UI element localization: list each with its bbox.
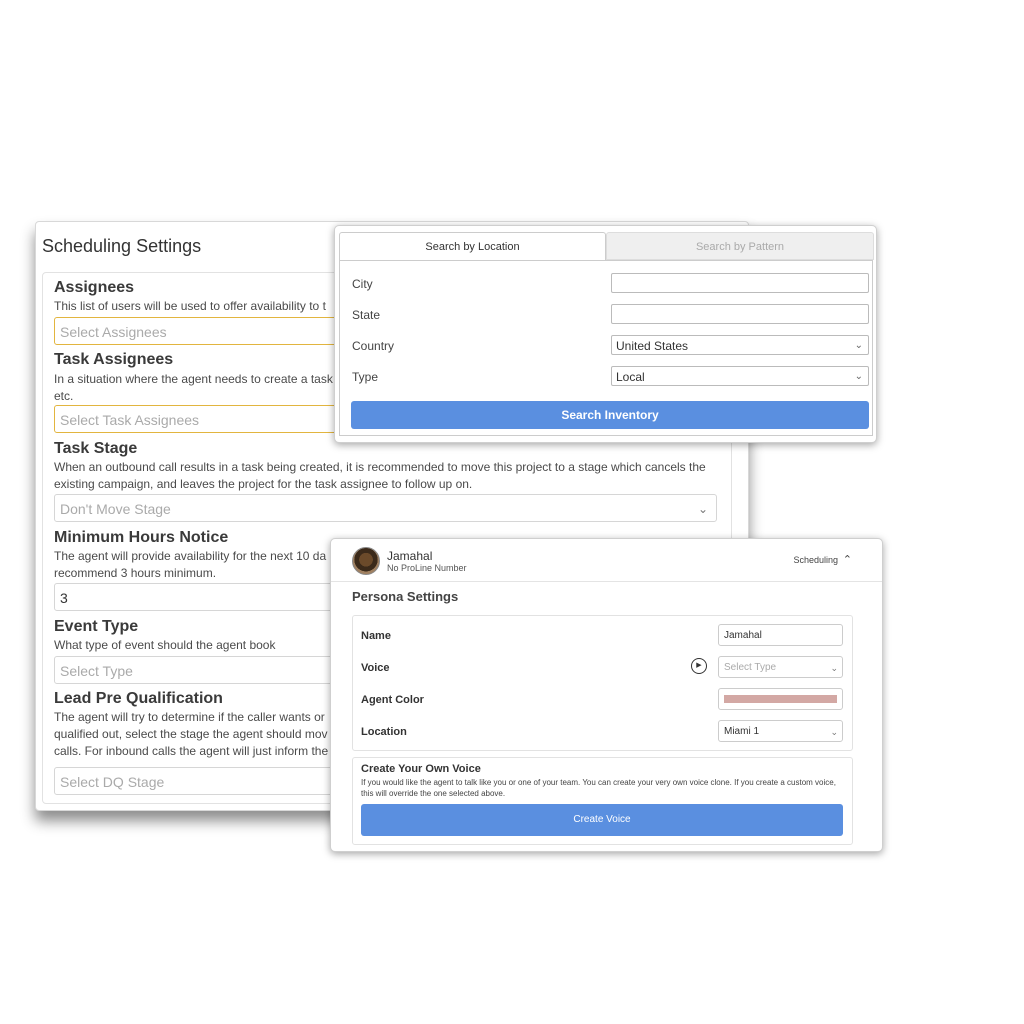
play-icon[interactable]: ▶ bbox=[691, 658, 707, 674]
voice-select[interactable]: Select Type ⌄ bbox=[718, 656, 843, 678]
section-label: Scheduling bbox=[793, 555, 838, 565]
task-stage-description: When an outbound call results in a task … bbox=[54, 460, 706, 491]
voice-placeholder: Select Type bbox=[724, 662, 777, 673]
city-input[interactable] bbox=[611, 273, 869, 293]
country-value: United States bbox=[616, 339, 689, 353]
chevron-down-icon: ⌄ bbox=[697, 502, 708, 516]
assignees-heading: Assignees bbox=[54, 279, 135, 296]
tab-search-by-location[interactable]: Search by Location bbox=[339, 232, 606, 260]
persona-form: Name Jamahal Voice ▶ Select Type ⌄ Agent… bbox=[352, 615, 853, 751]
chevron-down-icon: ⌄ bbox=[830, 727, 838, 737]
chevron-up-icon[interactable]: ⌃ bbox=[843, 553, 852, 566]
search-inventory-panel: Search by Location Search by Pattern Cit… bbox=[334, 225, 877, 443]
location-select[interactable]: Miami 1 ⌄ bbox=[718, 720, 843, 742]
state-input[interactable] bbox=[611, 304, 869, 324]
search-form: City State Country United States ⌄ Type … bbox=[339, 260, 873, 436]
task-stage-heading: Task Stage bbox=[54, 440, 138, 457]
name-input[interactable]: Jamahal bbox=[718, 624, 843, 646]
min-hours-heading: Minimum Hours Notice bbox=[54, 529, 229, 546]
agent-phone-status: No ProLine Number bbox=[387, 563, 467, 573]
color-swatch bbox=[724, 695, 837, 703]
tab-search-by-pattern[interactable]: Search by Pattern bbox=[606, 232, 874, 260]
task-stage-select[interactable]: Don't Move Stage ⌄ bbox=[54, 494, 717, 522]
agent-header[interactable]: Jamahal No ProLine Number Scheduling ⌃ bbox=[331, 539, 882, 582]
city-label: City bbox=[352, 277, 373, 291]
location-value: Miami 1 bbox=[724, 726, 760, 737]
type-label: Type bbox=[352, 370, 379, 384]
chevron-down-icon: ⌄ bbox=[854, 340, 863, 351]
task-assignees-heading: Task Assignees bbox=[54, 351, 174, 368]
agent-color-picker[interactable] bbox=[718, 688, 843, 710]
avatar bbox=[352, 547, 380, 575]
type-value: Local bbox=[616, 370, 645, 384]
chevron-down-icon: ⌄ bbox=[854, 371, 863, 382]
create-voice-title: Create Your Own Voice bbox=[361, 763, 481, 775]
create-voice-button[interactable]: Create Voice bbox=[361, 804, 843, 836]
create-voice-section: Create Your Own Voice If you would like … bbox=[352, 757, 853, 845]
type-select[interactable]: Local ⌄ bbox=[611, 366, 869, 386]
page-title: Scheduling Settings bbox=[42, 236, 202, 256]
agent-color-label: Agent Color bbox=[361, 694, 424, 706]
country-select[interactable]: United States ⌄ bbox=[611, 335, 869, 355]
search-inventory-button[interactable]: Search Inventory bbox=[351, 401, 869, 429]
task-stage-value: Don't Move Stage bbox=[60, 501, 171, 517]
chevron-down-icon: ⌄ bbox=[830, 663, 838, 673]
country-label: Country bbox=[352, 339, 395, 353]
persona-settings-title: Persona Settings bbox=[352, 589, 459, 604]
lead-prequal-heading: Lead Pre Qualification bbox=[54, 690, 223, 707]
persona-panel: Jamahal No ProLine Number Scheduling ⌃ P… bbox=[330, 538, 883, 852]
event-type-heading: Event Type bbox=[54, 618, 139, 635]
name-label: Name bbox=[361, 630, 391, 642]
voice-label: Voice bbox=[361, 662, 390, 674]
agent-name: Jamahal bbox=[387, 549, 433, 563]
state-label: State bbox=[352, 308, 381, 322]
create-voice-description: If you would like the agent to talk like… bbox=[361, 778, 836, 798]
location-label: Location bbox=[361, 726, 407, 738]
